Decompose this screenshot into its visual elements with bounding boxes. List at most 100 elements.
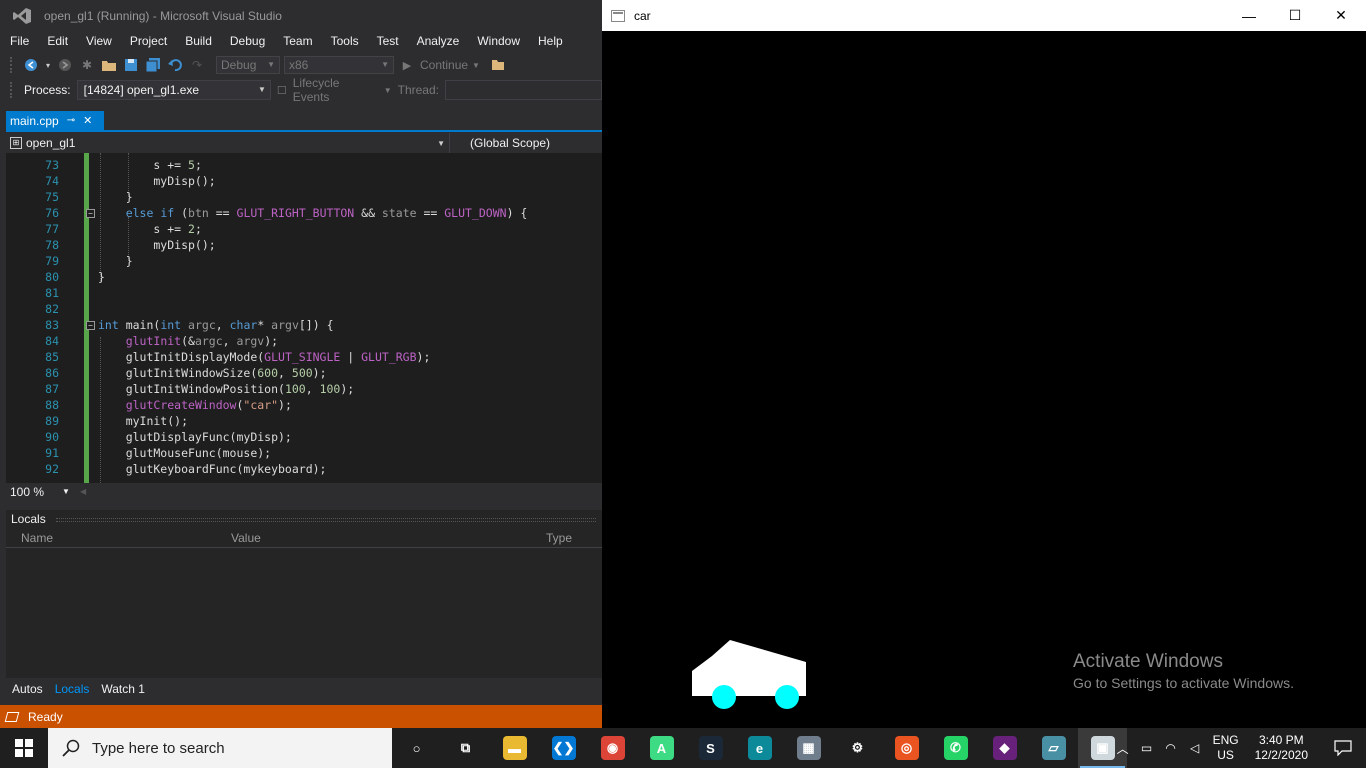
code-line[interactable]: 88 glutCreateWindow("car");: [6, 397, 602, 413]
tab-watch-1[interactable]: Watch 1: [95, 679, 151, 699]
car-title-bar[interactable]: car — ☐ ✕: [602, 0, 1366, 31]
code-line[interactable]: 77 s += 2;: [6, 221, 602, 237]
menu-file[interactable]: File: [0, 31, 37, 51]
close-button[interactable]: ✕: [1318, 0, 1364, 31]
code-editor[interactable]: 73 s += 5; 74 myDisp(); 75 } 76− else if (b…: [6, 153, 602, 483]
column-value[interactable]: Value: [231, 531, 261, 545]
dropdown-arrow-icon[interactable]: ▾: [44, 56, 52, 74]
taskbar-app-settings[interactable]: ⚙: [833, 728, 882, 768]
taskbar-app-android-studio[interactable]: A: [637, 728, 686, 768]
taskbar-app-ubuntu[interactable]: ◎: [882, 728, 931, 768]
menu-debug[interactable]: Debug: [220, 31, 273, 51]
open-file-icon[interactable]: [100, 56, 118, 74]
code-line[interactable]: 92 glutKeyboardFunc(mykeyboard);: [6, 461, 602, 477]
maximize-button[interactable]: ☐: [1272, 0, 1318, 31]
solution-config-combo[interactable]: Debug ▼: [216, 56, 280, 74]
menu-build[interactable]: Build: [175, 31, 220, 51]
platform-combo[interactable]: x86 ▼: [284, 56, 394, 74]
redo-icon[interactable]: ↷: [188, 56, 206, 74]
taskbar-app-edge[interactable]: e: [735, 728, 784, 768]
project-combo[interactable]: ⊞ open_gl1 ▼: [6, 133, 450, 153]
code-line[interactable]: 73 s += 5;: [6, 157, 602, 173]
battery-icon[interactable]: ▭: [1135, 728, 1159, 768]
column-name[interactable]: Name: [21, 531, 53, 545]
continue-dropdown-icon[interactable]: ▼: [472, 61, 480, 70]
zoom-dropdown-icon[interactable]: ▼: [62, 487, 70, 496]
menu-tools[interactable]: Tools: [321, 31, 367, 51]
menu-analyze[interactable]: Analyze: [407, 31, 468, 51]
code-line[interactable]: 82: [6, 301, 602, 317]
menu-project[interactable]: Project: [120, 31, 175, 51]
menu-help[interactable]: Help: [528, 31, 571, 51]
code-line[interactable]: 91 glutMouseFunc(mouse);: [6, 445, 602, 461]
code-line[interactable]: 87 glutInitWindowPosition(100, 100);: [6, 381, 602, 397]
save-icon[interactable]: [122, 56, 140, 74]
lifecycle-events-button[interactable]: Lifecycle Events: [293, 76, 378, 104]
lifecycle-dropdown-icon[interactable]: ▼: [384, 86, 392, 95]
code-line[interactable]: 90 glutDisplayFunc(myDisp);: [6, 429, 602, 445]
scroll-left-icon[interactable]: ◀: [80, 487, 86, 496]
lifecycle-events-icon[interactable]: ☐: [277, 84, 287, 97]
code-line[interactable]: 84 glutInit(&argc, argv);: [6, 333, 602, 349]
new-project-icon[interactable]: ✱: [78, 56, 96, 74]
outline-collapse-icon[interactable]: −: [86, 321, 95, 330]
menu-window[interactable]: Window: [467, 31, 528, 51]
taskbar-app-visual-studio[interactable]: ◆: [980, 728, 1029, 768]
scope-combo[interactable]: (Global Scope): [450, 133, 602, 153]
menu-view[interactable]: View: [76, 31, 120, 51]
process-combo[interactable]: [14824] open_gl1.exe ▼: [76, 80, 271, 100]
code-line[interactable]: 76 − else if (btn == GLUT_RIGHT_BUTTON &&…: [6, 205, 602, 221]
find-in-files-icon[interactable]: [490, 56, 508, 74]
continue-play-icon[interactable]: ▶: [398, 56, 416, 74]
tab-main-cpp[interactable]: main.cpp ⊸ ✕: [6, 111, 104, 130]
code-line[interactable]: 89 myInit();: [6, 413, 602, 429]
outline-collapse-icon[interactable]: −: [86, 209, 95, 218]
taskbar-app-notepad[interactable]: ▱: [1029, 728, 1078, 768]
toolbar-grip[interactable]: [10, 57, 14, 73]
pin-icon[interactable]: ⊸: [67, 115, 75, 126]
code-line[interactable]: 78 myDisp();: [6, 237, 602, 253]
taskbar-app-task-view[interactable]: ⧉: [441, 728, 490, 768]
panel-grip[interactable]: [56, 518, 596, 522]
code-line[interactable]: 80}: [6, 269, 602, 285]
continue-button[interactable]: Continue: [420, 58, 468, 72]
minimize-button[interactable]: —: [1226, 0, 1272, 31]
save-all-icon[interactable]: [144, 56, 162, 74]
tab-locals[interactable]: Locals: [48, 679, 96, 699]
tab-autos[interactable]: Autos: [6, 679, 49, 699]
code-line[interactable]: 79 }: [6, 253, 602, 269]
taskbar-app-chrome[interactable]: ◉: [588, 728, 637, 768]
code-line[interactable]: 85 glutInitDisplayMode(GLUT_SINGLE | GLU…: [6, 349, 602, 365]
code-line[interactable]: 74 myDisp();: [6, 173, 602, 189]
code-line[interactable]: 86 glutInitWindowSize(600, 500);: [6, 365, 602, 381]
volume-icon[interactable]: ◁: [1183, 728, 1207, 768]
menu-team[interactable]: Team: [273, 31, 320, 51]
back-icon[interactable]: [22, 56, 40, 74]
start-button[interactable]: [0, 728, 48, 768]
taskbar-app-file-explorer[interactable]: ▬: [490, 728, 539, 768]
column-type[interactable]: Type: [546, 531, 572, 545]
code-line[interactable]: 83 − int main(int argc, char* argv[]) {: [6, 317, 602, 333]
close-icon[interactable]: ✕: [83, 114, 92, 127]
taskbar-app-photos[interactable]: ▦: [784, 728, 833, 768]
taskbar-app-steam[interactable]: S: [686, 728, 735, 768]
taskbar-app-cortana[interactable]: ○: [392, 728, 441, 768]
menu-edit[interactable]: Edit: [37, 31, 76, 51]
language-indicator[interactable]: ENG US: [1213, 733, 1239, 763]
forward-icon[interactable]: [56, 56, 74, 74]
code-line[interactable]: 81: [6, 285, 602, 301]
thread-combo[interactable]: [444, 80, 602, 100]
clock[interactable]: 3:40 PM 12/2/2020: [1255, 733, 1308, 763]
taskbar-app-whatsapp[interactable]: ✆: [931, 728, 980, 768]
code-line[interactable]: 75 }: [6, 189, 602, 205]
toolbar-grip[interactable]: [10, 82, 14, 98]
undo-icon[interactable]: [166, 56, 184, 74]
opengl-canvas[interactable]: Activate Windows Go to Settings to activ…: [602, 31, 1366, 728]
wifi-icon[interactable]: ◠: [1159, 728, 1183, 768]
taskbar-app-vscode[interactable]: ❮❯: [539, 728, 588, 768]
taskbar-search[interactable]: Type here to search: [48, 728, 392, 768]
notification-center-button[interactable]: [1320, 728, 1366, 768]
chevron-up-icon[interactable]: ︿: [1111, 728, 1135, 768]
zoom-level[interactable]: 100 %: [10, 485, 44, 499]
menu-test[interactable]: Test: [367, 31, 407, 51]
